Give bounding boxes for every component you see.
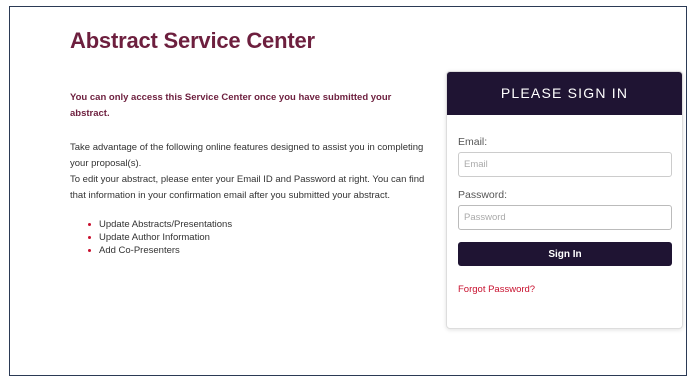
signin-panel: PLEASE SIGN IN Email: Password: Sign In …	[446, 71, 683, 329]
feature-label: Add Co-Presenters	[99, 245, 180, 256]
email-field[interactable]	[458, 152, 672, 177]
password-label: Password:	[458, 189, 508, 201]
signin-header: PLEASE SIGN IN	[447, 72, 682, 115]
bullet-icon	[88, 223, 91, 226]
email-label: Email:	[458, 136, 488, 148]
feature-list: Update Abstracts/Presentations Update Au…	[70, 218, 430, 257]
list-item: Update Author Information	[88, 231, 430, 244]
list-item: Add Co-Presenters	[88, 244, 430, 257]
list-item: Update Abstracts/Presentations	[88, 218, 430, 231]
page-title: Abstract Service Center	[70, 28, 315, 53]
signin-form: Email: Password: Sign In Forgot Password…	[447, 115, 682, 295]
password-field[interactable]	[458, 205, 672, 230]
sign-in-button[interactable]: Sign In	[458, 242, 672, 266]
feature-label: Update Author Information	[99, 232, 210, 243]
bullet-icon	[88, 249, 91, 252]
intro-text-2: To edit your abstract, please enter your…	[70, 174, 425, 201]
intro-text-1: Take advantage of the following online f…	[70, 142, 424, 169]
access-notice: You can only access this Service Center …	[70, 92, 392, 119]
feature-label: Update Abstracts/Presentations	[99, 219, 233, 230]
forgot-password-link[interactable]: Forgot Password?	[458, 284, 671, 295]
bullet-icon	[88, 236, 91, 239]
info-column: You can only access this Service Center …	[70, 90, 430, 257]
